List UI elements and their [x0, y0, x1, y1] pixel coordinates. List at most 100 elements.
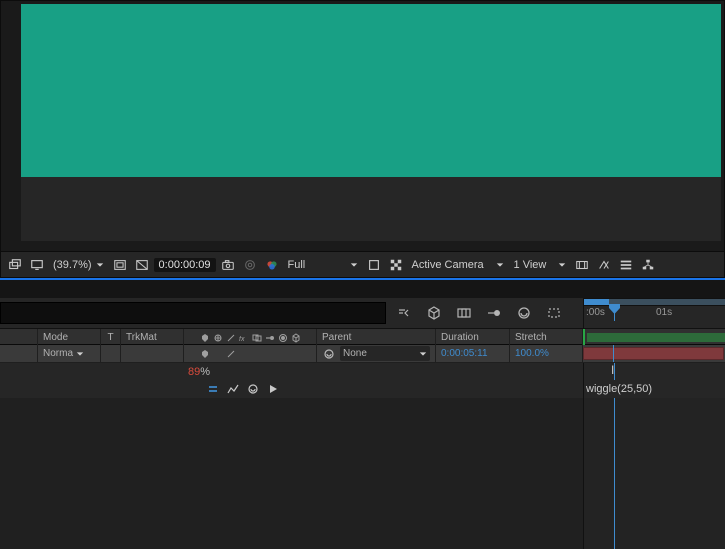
- layer-quality-toggle[interactable]: [225, 348, 237, 360]
- time-ruler[interactable]: :00s 01s: [584, 306, 725, 321]
- layer-duration-value: 0:00:05:11: [441, 348, 488, 359]
- show-channel-icon[interactable]: [240, 255, 260, 275]
- snapshot-icon[interactable]: [218, 255, 238, 275]
- monitor-icon[interactable]: [27, 255, 47, 275]
- shy-icon[interactable]: [544, 303, 564, 323]
- composition-content: [21, 4, 721, 177]
- col-duration-label: Duration: [441, 332, 479, 343]
- zoom-value: (39.7%): [53, 259, 92, 271]
- transparency-grid-icon[interactable]: [386, 255, 406, 275]
- always-preview-icon[interactable]: [5, 255, 25, 275]
- timeline-body: [0, 398, 725, 549]
- property-graph-area[interactable]: I: [583, 363, 725, 380]
- timeline-topbar: :00s 01s: [0, 298, 725, 328]
- comp-mini-flow-icon[interactable]: [394, 303, 414, 323]
- viewer-canvas[interactable]: [21, 4, 721, 241]
- col-stretch-header[interactable]: Stretch: [510, 329, 583, 346]
- viewer-footer: (39.7%) 0:00:00:09 Full: [1, 251, 724, 277]
- switch-motionblur-icon[interactable]: [264, 332, 276, 344]
- camera-dropdown[interactable]: Active Camera: [408, 255, 508, 275]
- work-area-range[interactable]: [584, 299, 609, 305]
- panel-focus-indicator: [0, 278, 725, 280]
- expression-field[interactable]: wiggle(25,50): [583, 380, 725, 398]
- layer-t-cell[interactable]: [101, 345, 121, 362]
- layer-row[interactable]: Norma None: [0, 345, 725, 363]
- layer-duration-cell[interactable]: 0:00:05:11: [436, 345, 510, 362]
- work-area-bar[interactable]: [584, 298, 725, 306]
- comp-duration-bar: [587, 333, 725, 342]
- col-trkmat-header[interactable]: TrkMat: [121, 329, 184, 346]
- layer-3d-toggle[interactable]: [290, 348, 302, 360]
- col-parent-label: Parent: [322, 332, 351, 343]
- layer-shy-toggle[interactable]: [199, 348, 211, 360]
- svg-text:fx: fx: [239, 336, 245, 343]
- in-marker: [583, 329, 585, 346]
- expression-language-menu-icon[interactable]: [265, 381, 281, 397]
- timeline-body-left[interactable]: [0, 398, 583, 549]
- cti-marker[interactable]: [614, 306, 615, 321]
- flowchart-icon[interactable]: [638, 255, 658, 275]
- mask-visibility-icon[interactable]: [132, 255, 152, 275]
- layer-collapse-toggle[interactable]: [212, 348, 224, 360]
- switch-quality-icon[interactable]: [225, 332, 237, 344]
- layer-stretch-value: 100.0%: [515, 348, 549, 359]
- current-time-display[interactable]: 0:00:00:09: [154, 258, 216, 272]
- view-value: 1 View: [514, 259, 547, 271]
- graph-editor-icon[interactable]: [514, 303, 534, 323]
- expression-enable-icon[interactable]: [205, 381, 221, 397]
- expression-graph-icon[interactable]: [225, 381, 241, 397]
- layer-trkmat-cell[interactable]: [121, 345, 184, 362]
- frame-blend-icon[interactable]: [454, 303, 474, 323]
- switch-shy-icon[interactable]: [199, 332, 211, 344]
- resolution-value: Full: [288, 259, 306, 271]
- expression-text: wiggle(25,50): [586, 383, 652, 395]
- pixel-aspect-icon[interactable]: [572, 255, 592, 275]
- layer-switches: [184, 345, 317, 362]
- timeline-top-icons: [386, 298, 583, 328]
- col-mode-header[interactable]: Mode: [38, 329, 101, 346]
- switch-adjust-icon[interactable]: [277, 332, 289, 344]
- switch-collapse-icon[interactable]: [212, 332, 224, 344]
- col-edge: [0, 329, 38, 346]
- camera-value: Active Camera: [412, 259, 484, 271]
- zoom-dropdown[interactable]: (39.7%): [49, 255, 108, 275]
- motion-blur-icon[interactable]: [484, 303, 504, 323]
- layer-bar[interactable]: [583, 347, 724, 360]
- view-dropdown[interactable]: 1 View: [510, 255, 570, 275]
- switch-fx-icon[interactable]: fx: [238, 332, 250, 344]
- col-trkmat-label: TrkMat: [126, 332, 157, 343]
- draft-3d-icon[interactable]: [424, 303, 444, 323]
- layer-adjust-toggle[interactable]: [277, 348, 289, 360]
- switch-frameblend-icon[interactable]: [251, 332, 263, 344]
- layer-mode-cell[interactable]: Norma: [38, 345, 101, 362]
- text-cursor-icon: I: [611, 363, 614, 377]
- region-of-interest-icon[interactable]: [364, 255, 384, 275]
- color-management-icon[interactable]: [262, 255, 282, 275]
- ruler-tick-0: :00s: [586, 307, 605, 318]
- timeline-search-input[interactable]: [0, 302, 386, 324]
- property-value[interactable]: 89%: [188, 366, 210, 378]
- layer-stretch-cell[interactable]: 100.0%: [510, 345, 583, 362]
- pickwhip-icon[interactable]: [322, 347, 336, 361]
- opacity-suffix: %: [200, 366, 210, 378]
- resolution-dropdown[interactable]: Full: [284, 255, 362, 275]
- timeline-body-right[interactable]: [583, 398, 725, 549]
- property-row: 89% I: [0, 363, 725, 380]
- layer-frameblend-toggle[interactable]: [251, 348, 263, 360]
- time-ruler-container: :00s 01s: [583, 298, 725, 328]
- col-parent-header[interactable]: Parent: [317, 329, 436, 346]
- timeline-button-icon[interactable]: [616, 255, 636, 275]
- blend-mode-dropdown[interactable]: Norma: [43, 348, 95, 359]
- layer-bar-track[interactable]: [583, 345, 725, 362]
- col-duration-header[interactable]: Duration: [436, 329, 510, 346]
- col-stretch-label: Stretch: [515, 332, 547, 343]
- expression-pickwhip-icon[interactable]: [245, 381, 261, 397]
- layer-fx-toggle[interactable]: [238, 348, 250, 360]
- ruler-tick-1: 01s: [656, 307, 672, 318]
- safe-zones-icon[interactable]: [110, 255, 130, 275]
- layer-motionblur-toggle[interactable]: [264, 348, 276, 360]
- parent-dropdown[interactable]: None: [340, 346, 430, 361]
- fast-previews-icon[interactable]: [594, 255, 614, 275]
- switch-3d-icon[interactable]: [290, 332, 302, 344]
- col-t-header[interactable]: T: [101, 329, 121, 346]
